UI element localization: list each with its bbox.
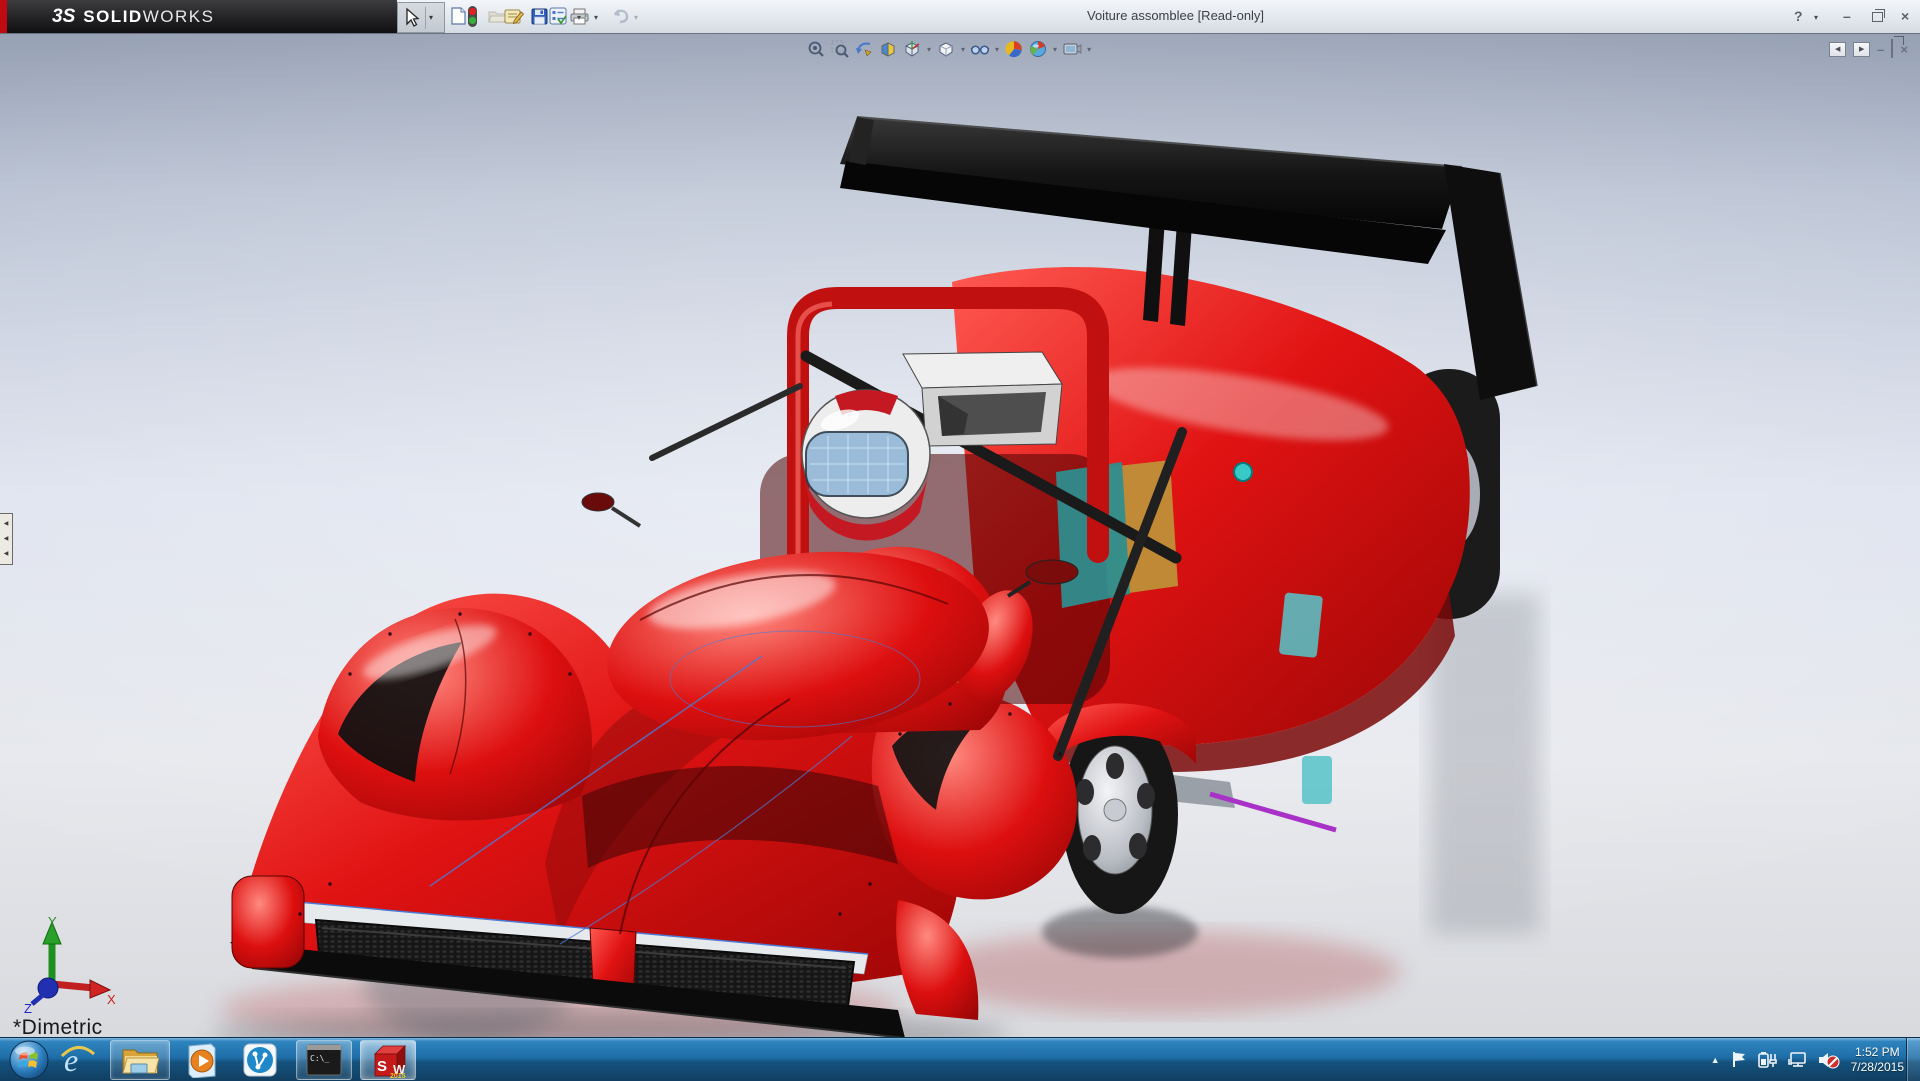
- taskbar-clock[interactable]: 1:52 PM 7/28/2015: [1851, 1045, 1904, 1075]
- graphics-area[interactable]: ▾ ▾ ▾ ▾ ▾ ◀ ▶ – × ◀ ◀ ◀ Y X: [0, 33, 1920, 1038]
- document-window-controls: ◀ ▶ – ×: [1829, 40, 1908, 58]
- view-settings-button[interactable]: [1062, 39, 1082, 59]
- document-minimize-button[interactable]: –: [1877, 42, 1884, 57]
- options-caret-icon[interactable]: ▾: [577, 13, 581, 22]
- hide-show-caret-icon[interactable]: ▾: [995, 45, 999, 54]
- restore-icon: [1872, 12, 1883, 22]
- save-floppy-icon: [531, 8, 548, 25]
- power-battery-icon[interactable]: [1758, 1051, 1777, 1068]
- cmd-prompt-text: C:\_: [310, 1054, 329, 1063]
- restore-button[interactable]: [1872, 12, 1883, 22]
- title-bar: 3S SOLID WORKS ▶ ▾ ▾ ▾ ▾ ▾ ▾ ▾ Voitu: [0, 0, 1920, 34]
- expand-right-pane-button[interactable]: ▶: [1853, 42, 1870, 57]
- internet-explorer-icon: e: [59, 1042, 97, 1078]
- previous-view-icon: [855, 40, 873, 58]
- taskbar-solidworks[interactable]: S W 2015: [360, 1040, 416, 1080]
- select-tool-button[interactable]: ▾: [397, 2, 445, 33]
- taskbar-internet-explorer[interactable]: e: [54, 1040, 102, 1080]
- select-divider: [425, 7, 426, 29]
- previous-view-button[interactable]: [854, 39, 874, 59]
- rebuild-stoplight-button[interactable]: [461, 5, 483, 27]
- clock-date: 7/28/2015: [1851, 1060, 1904, 1075]
- command-prompt-icon: C:\_: [306, 1044, 342, 1076]
- collapse-arrow-icon: ◀: [4, 521, 9, 527]
- heads-up-view-toolbar: ▾ ▾ ▾ ▾ ▾: [806, 38, 1092, 60]
- clock-time: 1:52 PM: [1851, 1045, 1904, 1060]
- triad-x-label: X: [107, 992, 116, 1007]
- collapse-arrow-icon: ◀: [4, 536, 9, 542]
- display-style-caret-icon[interactable]: ▾: [961, 45, 965, 54]
- apply-scene-button[interactable]: [1028, 39, 1048, 59]
- model-canvas[interactable]: [0, 34, 1920, 1038]
- taskbar: e C:\_: [0, 1037, 1920, 1081]
- undo-button[interactable]: [609, 5, 631, 27]
- document-restore-button[interactable]: [1891, 40, 1893, 58]
- view-orientation-button[interactable]: [902, 39, 922, 59]
- solidworks-logo-block: 3S SOLID WORKS: [0, 0, 397, 33]
- hide-show-items-button[interactable]: [970, 39, 990, 59]
- feature-manager-collapsed-tab[interactable]: ◀ ◀ ◀: [0, 513, 13, 565]
- zoom-to-fit-button[interactable]: [806, 39, 826, 59]
- view-settings-caret-icon[interactable]: ▾: [1087, 45, 1091, 54]
- solidworks-2015-icon: S W 2015: [369, 1042, 407, 1078]
- display-style-button[interactable]: [936, 39, 956, 59]
- show-desktop-button[interactable]: [1906, 1038, 1920, 1081]
- triad-z-label: Z: [24, 1001, 32, 1014]
- system-tray: ▲ 1:52 PM 7/28/2015: [1711, 1038, 1904, 1081]
- taskbar-command-prompt[interactable]: C:\_: [296, 1040, 352, 1080]
- ds-logo-icon: 3S: [52, 6, 75, 28]
- view-settings-icon: [1063, 40, 1082, 58]
- orientation-triad: Y X Z: [6, 914, 118, 1014]
- media-player-icon: [185, 1042, 219, 1078]
- apply-scene-icon: [1029, 40, 1047, 58]
- taskbar-media-player[interactable]: [176, 1040, 228, 1080]
- edit-appearance-button[interactable]: [1004, 39, 1024, 59]
- zoom-to-area-button[interactable]: [830, 39, 850, 59]
- window-title: Voiture assomblee [Read-only]: [1087, 8, 1264, 23]
- undo-caret-icon: ▾: [634, 13, 638, 22]
- select-caret-icon[interactable]: ▾: [429, 13, 433, 22]
- taskbar-windows-explorer[interactable]: [110, 1040, 170, 1080]
- sw-letter-s: S: [377, 1058, 387, 1075]
- network-icon[interactable]: [1788, 1051, 1807, 1068]
- zoom-to-area-icon: [831, 40, 849, 58]
- windows-start-orb-icon: [9, 1040, 49, 1080]
- branch-app-icon: [243, 1043, 277, 1077]
- close-button[interactable]: ×: [1901, 7, 1909, 25]
- apply-scene-caret-icon[interactable]: ▾: [1053, 45, 1057, 54]
- view-orientation-caret-icon[interactable]: ▾: [927, 45, 931, 54]
- volume-muted-icon[interactable]: [1818, 1051, 1840, 1069]
- select-cursor-icon: [401, 7, 423, 29]
- section-view-icon: [879, 40, 897, 58]
- action-center-flag-icon[interactable]: [1731, 1051, 1747, 1068]
- triad-y-label: Y: [48, 914, 57, 929]
- show-hidden-icons-button[interactable]: ▲: [1711, 1055, 1720, 1065]
- appearance-ball-icon: [1005, 40, 1023, 58]
- display-style-icon: [937, 40, 955, 58]
- file-properties-button[interactable]: [503, 5, 525, 27]
- brand-works: WORKS: [143, 7, 215, 27]
- logo-red-accent: [0, 0, 7, 33]
- collapse-arrow-icon: ◀: [4, 551, 9, 557]
- undo-arrow-icon: [611, 8, 630, 24]
- zoom-to-fit-icon: [807, 40, 825, 58]
- stoplight-icon: [467, 6, 478, 27]
- eyeglasses-icon: [970, 40, 990, 58]
- view-orientation-icon: [903, 40, 921, 58]
- windows-explorer-icon: [121, 1044, 159, 1076]
- print-caret-icon[interactable]: ▾: [594, 13, 598, 22]
- section-view-button[interactable]: [878, 39, 898, 59]
- help-caret-icon[interactable]: ▾: [1814, 13, 1818, 22]
- sw-year: 2015: [390, 1073, 406, 1078]
- start-button[interactable]: [4, 1040, 54, 1080]
- options-checklist-icon: [549, 7, 568, 25]
- help-button[interactable]: ?: [1794, 7, 1803, 25]
- options-button[interactable]: [547, 5, 569, 27]
- file-properties-icon: [504, 7, 524, 26]
- document-restore-icon: [1891, 39, 1893, 58]
- minimize-button[interactable]: –: [1843, 7, 1851, 25]
- brand-solid: SOLID: [83, 7, 142, 27]
- collapse-left-pane-button[interactable]: ◀: [1829, 42, 1846, 57]
- taskbar-branch-app[interactable]: [234, 1040, 286, 1080]
